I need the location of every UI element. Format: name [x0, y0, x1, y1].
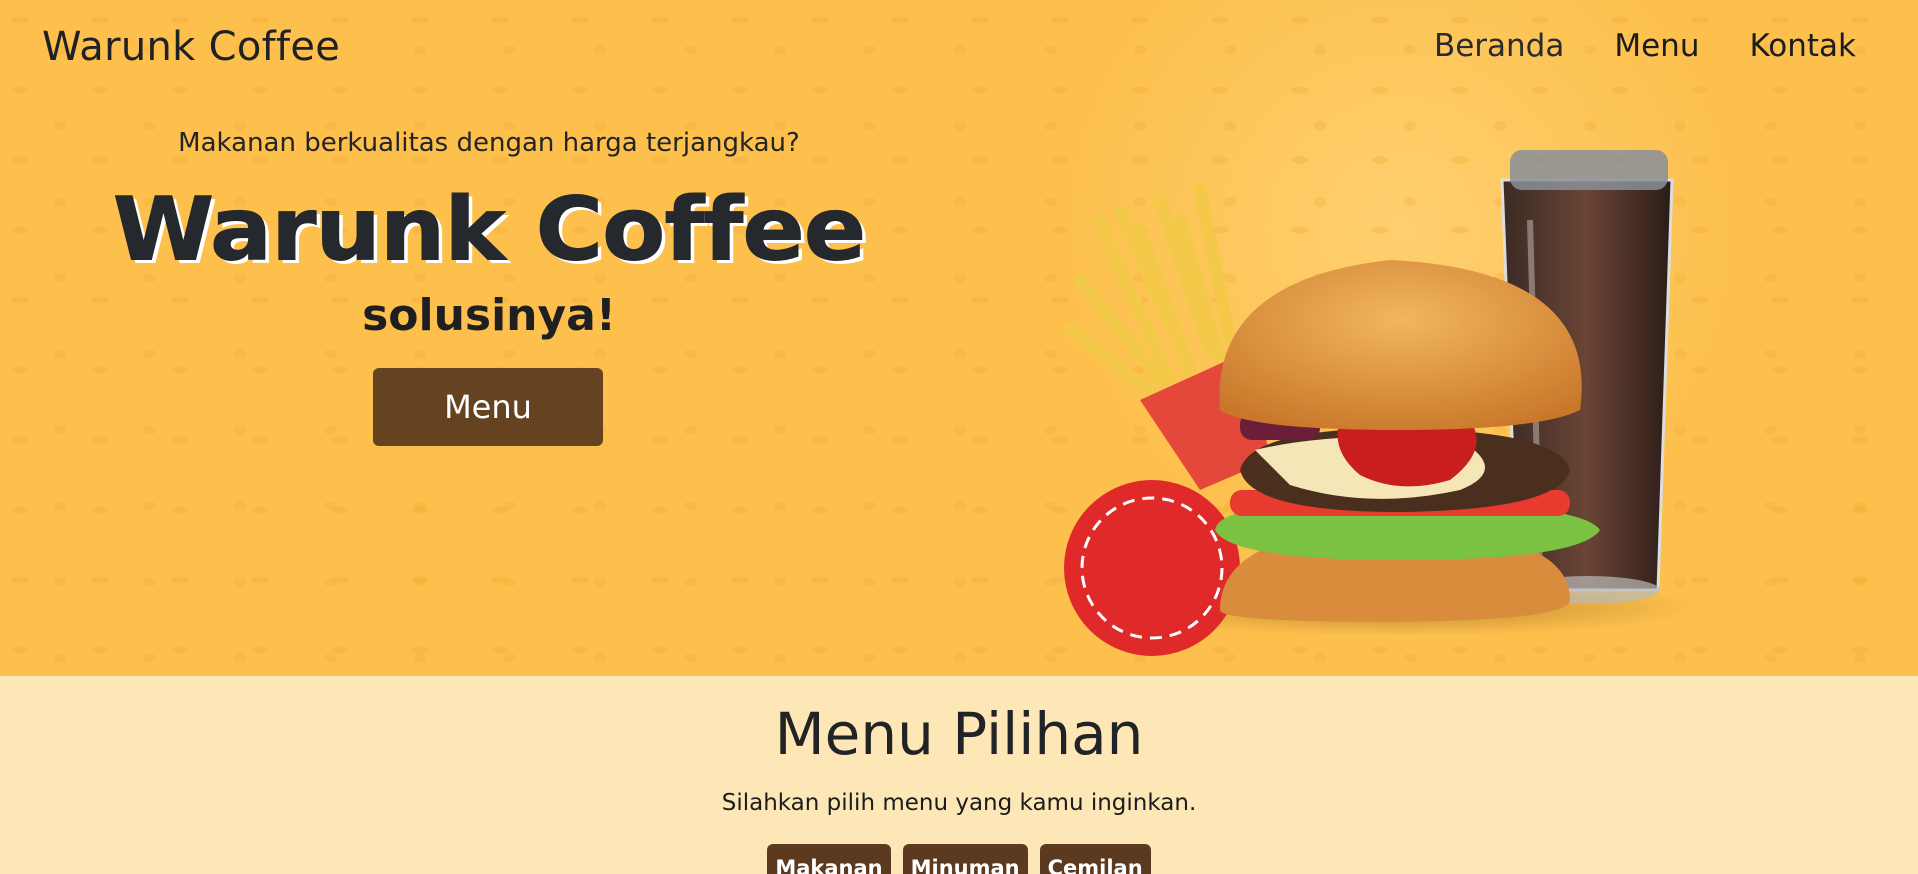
nav-link-kontak[interactable]: Kontak — [1749, 28, 1856, 64]
brand-logo[interactable]: Warunk Coffee — [42, 24, 340, 70]
burger-fries-drink-illustration — [1063, 150, 1700, 656]
menu-section-description: Silahkan pilih menu yang kamu inginkan. — [721, 790, 1197, 816]
hero-title: Warunk Coffee — [112, 178, 866, 281]
hero-subtitle: solusinya! — [362, 290, 616, 341]
hero-tagline: Makanan berkualitas dengan harga terjang… — [178, 128, 800, 158]
price-sticker-icon — [1064, 480, 1240, 656]
hero-section: Warunk Coffee Beranda Menu Kontak Makana… — [0, 0, 1918, 676]
nav-link-beranda[interactable]: Beranda — [1434, 28, 1564, 64]
menu-category-tabs: Makanan Minuman Cemilan — [0, 844, 1918, 874]
nav-link-menu[interactable]: Menu — [1614, 28, 1699, 64]
tab-makanan[interactable]: Makanan — [767, 844, 891, 874]
menu-section-title: Menu Pilihan — [774, 700, 1144, 768]
tab-cemilan[interactable]: Cemilan — [1039, 844, 1151, 874]
tab-minuman[interactable]: Minuman — [902, 844, 1028, 874]
hero-menu-button[interactable]: Menu — [373, 368, 603, 446]
main-nav: Beranda Menu Kontak — [1434, 28, 1856, 64]
